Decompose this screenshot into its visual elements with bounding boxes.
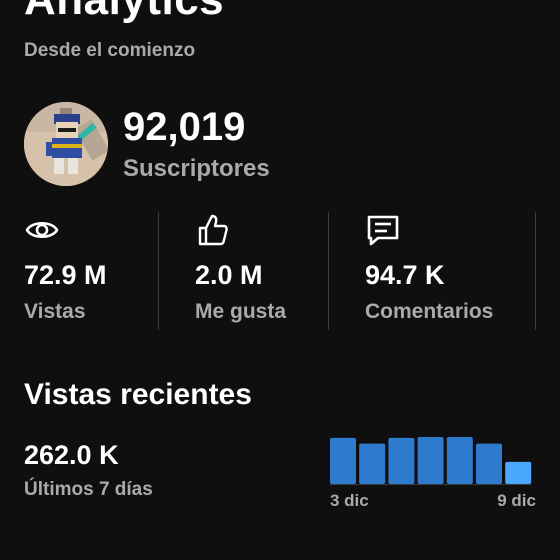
stat-comments-label: Comentarios [365,300,494,323]
chart-bar [330,437,356,484]
stats-row: 72.9 M Vistas 2.0 M Me gusta 94.7 K Come… [0,212,560,330]
chart-tick-label: 9 dic [497,491,536,510]
chart-bar [417,436,444,484]
chart-bar [476,443,502,484]
recent-views-chart[interactable]: 3 dic 9 dic [326,428,540,514]
divider [328,212,329,330]
page-subtitle: Desde el comienzo [24,40,196,61]
recent-views-title: Vistas recientes [24,378,252,411]
divider [535,212,536,330]
subscriber-label: Suscriptores [123,155,270,182]
stat-comments[interactable]: 94.7 K Comentarios [365,212,493,330]
stat-views-label: Vistas [24,300,86,323]
stat-likes-label: Me gusta [195,300,287,323]
channel-summary: 92,019 Suscriptores [24,102,270,186]
comment-icon [367,215,399,246]
thumbs-up-icon [198,214,228,246]
chart-bar [446,436,473,484]
stat-comments-value: 94.7 K [365,260,445,290]
stat-likes[interactable]: 2.0 M Me gusta [195,212,286,330]
chart-bar [359,443,386,484]
chart-bar [505,461,532,484]
stat-views[interactable]: 72.9 M Vistas [24,212,107,330]
eye-icon [25,221,59,239]
channel-avatar[interactable] [24,102,108,186]
page-title: Analytics [24,0,224,22]
chart-tick-label: 3 dic [330,491,369,510]
recent-views-period: Últimos 7 días [24,479,153,500]
divider [158,212,159,330]
chart-bar [388,437,415,484]
subscriber-count: 92,019 [123,105,246,149]
stat-likes-value: 2.0 M [195,260,263,290]
stat-views-value: 72.9 M [24,260,107,290]
recent-views-value: 262.0 K [24,440,119,470]
